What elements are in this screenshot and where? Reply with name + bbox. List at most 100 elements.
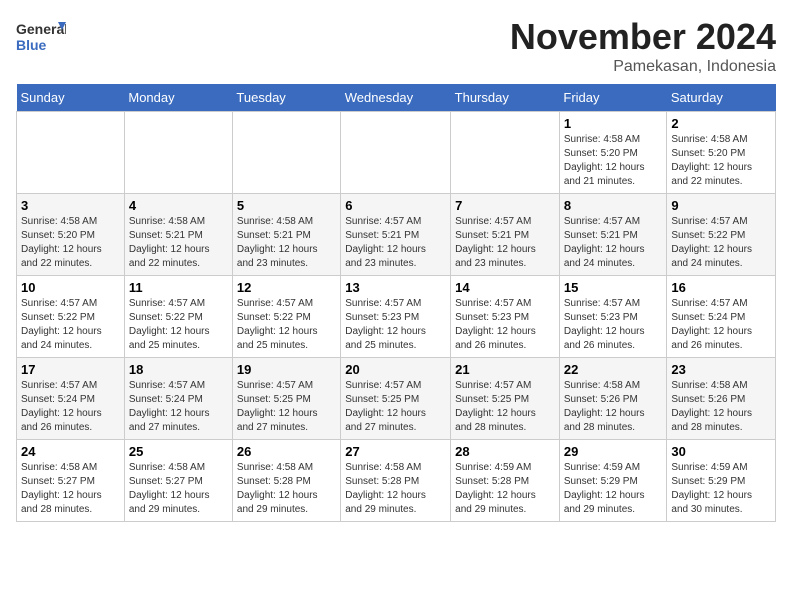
- calendar-header-thursday: Thursday: [451, 84, 560, 112]
- calendar-cell: 5 Sunrise: 4:58 AM Sunset: 5:21 PM Daylig…: [232, 194, 340, 276]
- calendar-cell: 23 Sunrise: 4:58 AM Sunset: 5:26 PM Dayli…: [667, 358, 776, 440]
- calendar-cell: 27Sunrise: 4:58 AM Sunset: 5:28 PM Dayli…: [341, 440, 451, 522]
- day-info: Sunrise: 4:58 AM Sunset: 5:20 PM Dayligh…: [671, 133, 771, 189]
- day-info: Sunrise: 4:58 AM Sunset: 5:20 PM Dayligh…: [21, 215, 120, 271]
- calendar-cell: 24 Sunrise: 4:58 AM Sunset: 5:27 PM Dayli…: [17, 440, 125, 522]
- calendar-cell: 17 Sunrise: 4:57 AM Sunset: 5:24 PM Dayli…: [17, 358, 125, 440]
- day-number: 28: [455, 444, 555, 459]
- day-info: Sunrise: 4:57 AM Sunset: 5:22 PM Dayligh…: [129, 297, 228, 353]
- calendar-header-sunday: Sunday: [17, 84, 125, 112]
- calendar-cell: 9 Sunrise: 4:57 AM Sunset: 5:22 PM Daylig…: [667, 194, 776, 276]
- day-info: Sunrise: 4:58 AM Sunset: 5:21 PM Dayligh…: [129, 215, 228, 271]
- calendar-header-friday: Friday: [559, 84, 667, 112]
- calendar-cell: [124, 112, 232, 194]
- day-number: 30: [671, 444, 771, 459]
- calendar-cell: 4 Sunrise: 4:58 AM Sunset: 5:21 PM Daylig…: [124, 194, 232, 276]
- calendar-cell: [451, 112, 560, 194]
- calendar-header-wednesday: Wednesday: [341, 84, 451, 112]
- day-number: 26: [237, 444, 336, 459]
- day-info: Sunrise: 4:57 AM Sunset: 5:22 PM Dayligh…: [671, 215, 771, 271]
- day-info: Sunrise: 4:57 AM Sunset: 5:25 PM Dayligh…: [455, 379, 555, 435]
- day-info: Sunrise: 4:59 AM Sunset: 5:28 PM Dayligh…: [455, 461, 555, 517]
- day-info: Sunrise: 4:57 AM Sunset: 5:21 PM Dayligh…: [564, 215, 663, 271]
- day-info: Sunrise: 4:58 AM Sunset: 5:20 PM Dayligh…: [564, 133, 663, 189]
- calendar-cell: 11 Sunrise: 4:57 AM Sunset: 5:22 PM Dayli…: [124, 276, 232, 358]
- calendar-cell: 12 Sunrise: 4:57 AM Sunset: 5:22 PM Dayli…: [232, 276, 340, 358]
- day-info: Sunrise: 4:58 AM Sunset: 5:27 PM Dayligh…: [21, 461, 120, 517]
- day-number: 6: [345, 198, 446, 213]
- calendar-cell: 2 Sunrise: 4:58 AM Sunset: 5:20 PM Daylig…: [667, 112, 776, 194]
- day-info: Sunrise: 4:57 AM Sunset: 5:25 PM Dayligh…: [237, 379, 336, 435]
- day-number: 16: [671, 280, 771, 295]
- calendar-cell: [341, 112, 451, 194]
- calendar-cell: 7Sunrise: 4:57 AM Sunset: 5:21 PM Daylig…: [451, 194, 560, 276]
- day-info: Sunrise: 4:59 AM Sunset: 5:29 PM Dayligh…: [671, 461, 771, 517]
- calendar-cell: [232, 112, 340, 194]
- day-info: Sunrise: 4:58 AM Sunset: 5:27 PM Dayligh…: [129, 461, 228, 517]
- day-number: 7: [455, 198, 555, 213]
- day-number: 9: [671, 198, 771, 213]
- location-title: Pamekasan, Indonesia: [510, 58, 776, 76]
- calendar-cell: 19Sunrise: 4:57 AM Sunset: 5:25 PM Dayli…: [232, 358, 340, 440]
- day-number: 24: [21, 444, 120, 459]
- calendar-cell: 20 Sunrise: 4:57 AM Sunset: 5:25 PM Dayli…: [341, 358, 451, 440]
- day-number: 3: [21, 198, 120, 213]
- calendar-cell: 16 Sunrise: 4:57 AM Sunset: 5:24 PM Dayli…: [667, 276, 776, 358]
- day-number: 13: [345, 280, 446, 295]
- day-info: Sunrise: 4:57 AM Sunset: 5:24 PM Dayligh…: [21, 379, 120, 435]
- calendar-cell: 21 Sunrise: 4:57 AM Sunset: 5:25 PM Dayli…: [451, 358, 560, 440]
- day-info: Sunrise: 4:57 AM Sunset: 5:24 PM Dayligh…: [129, 379, 228, 435]
- calendar-week-row: 17 Sunrise: 4:57 AM Sunset: 5:24 PM Dayli…: [17, 358, 776, 440]
- day-number: 10: [21, 280, 120, 295]
- day-number: 4: [129, 198, 228, 213]
- logo-svg: General Blue: [16, 16, 66, 61]
- day-info: Sunrise: 4:57 AM Sunset: 5:24 PM Dayligh…: [671, 297, 771, 353]
- calendar-week-row: 24 Sunrise: 4:58 AM Sunset: 5:27 PM Dayli…: [17, 440, 776, 522]
- day-number: 11: [129, 280, 228, 295]
- day-number: 14: [455, 280, 555, 295]
- calendar-cell: 28 Sunrise: 4:59 AM Sunset: 5:28 PM Dayli…: [451, 440, 560, 522]
- day-number: 20: [345, 362, 446, 377]
- day-info: Sunrise: 4:57 AM Sunset: 5:22 PM Dayligh…: [237, 297, 336, 353]
- day-number: 2: [671, 116, 771, 131]
- calendar-table: SundayMondayTuesdayWednesdayThursdayFrid…: [16, 84, 776, 522]
- day-info: Sunrise: 4:57 AM Sunset: 5:23 PM Dayligh…: [345, 297, 446, 353]
- day-info: Sunrise: 4:57 AM Sunset: 5:23 PM Dayligh…: [564, 297, 663, 353]
- day-number: 18: [129, 362, 228, 377]
- day-number: 23: [671, 362, 771, 377]
- day-info: Sunrise: 4:58 AM Sunset: 5:28 PM Dayligh…: [237, 461, 336, 517]
- day-info: Sunrise: 4:57 AM Sunset: 5:21 PM Dayligh…: [345, 215, 446, 271]
- day-number: 12: [237, 280, 336, 295]
- day-info: Sunrise: 4:57 AM Sunset: 5:25 PM Dayligh…: [345, 379, 446, 435]
- calendar-cell: 30 Sunrise: 4:59 AM Sunset: 5:29 PM Dayli…: [667, 440, 776, 522]
- day-number: 22: [564, 362, 663, 377]
- day-number: 15: [564, 280, 663, 295]
- calendar-header-row: SundayMondayTuesdayWednesdayThursdayFrid…: [17, 84, 776, 112]
- calendar-cell: [17, 112, 125, 194]
- calendar-cell: 29 Sunrise: 4:59 AM Sunset: 5:29 PM Dayli…: [559, 440, 667, 522]
- day-info: Sunrise: 4:59 AM Sunset: 5:29 PM Dayligh…: [564, 461, 663, 517]
- calendar-week-row: 10 Sunrise: 4:57 AM Sunset: 5:22 PM Dayli…: [17, 276, 776, 358]
- calendar-header-tuesday: Tuesday: [232, 84, 340, 112]
- day-number: 25: [129, 444, 228, 459]
- day-number: 27: [345, 444, 446, 459]
- calendar-week-row: 3 Sunrise: 4:58 AM Sunset: 5:20 PM Daylig…: [17, 194, 776, 276]
- calendar-cell: 8 Sunrise: 4:57 AM Sunset: 5:21 PM Daylig…: [559, 194, 667, 276]
- day-info: Sunrise: 4:58 AM Sunset: 5:26 PM Dayligh…: [564, 379, 663, 435]
- day-number: 1: [564, 116, 663, 131]
- day-info: Sunrise: 4:58 AM Sunset: 5:26 PM Dayligh…: [671, 379, 771, 435]
- calendar-cell: 14Sunrise: 4:57 AM Sunset: 5:23 PM Dayli…: [451, 276, 560, 358]
- calendar-cell: 13 Sunrise: 4:57 AM Sunset: 5:23 PM Dayli…: [341, 276, 451, 358]
- month-title: November 2024: [510, 16, 776, 58]
- day-number: 29: [564, 444, 663, 459]
- day-number: 17: [21, 362, 120, 377]
- day-number: 5: [237, 198, 336, 213]
- calendar-cell: 10Sunrise: 4:57 AM Sunset: 5:22 PM Dayli…: [17, 276, 125, 358]
- day-number: 8: [564, 198, 663, 213]
- day-info: Sunrise: 4:58 AM Sunset: 5:21 PM Dayligh…: [237, 215, 336, 271]
- calendar-week-row: 1 Sunrise: 4:58 AM Sunset: 5:20 PM Daylig…: [17, 112, 776, 194]
- logo: General Blue: [16, 16, 66, 61]
- calendar-cell: 6 Sunrise: 4:57 AM Sunset: 5:21 PM Daylig…: [341, 194, 451, 276]
- day-number: 21: [455, 362, 555, 377]
- calendar-header-monday: Monday: [124, 84, 232, 112]
